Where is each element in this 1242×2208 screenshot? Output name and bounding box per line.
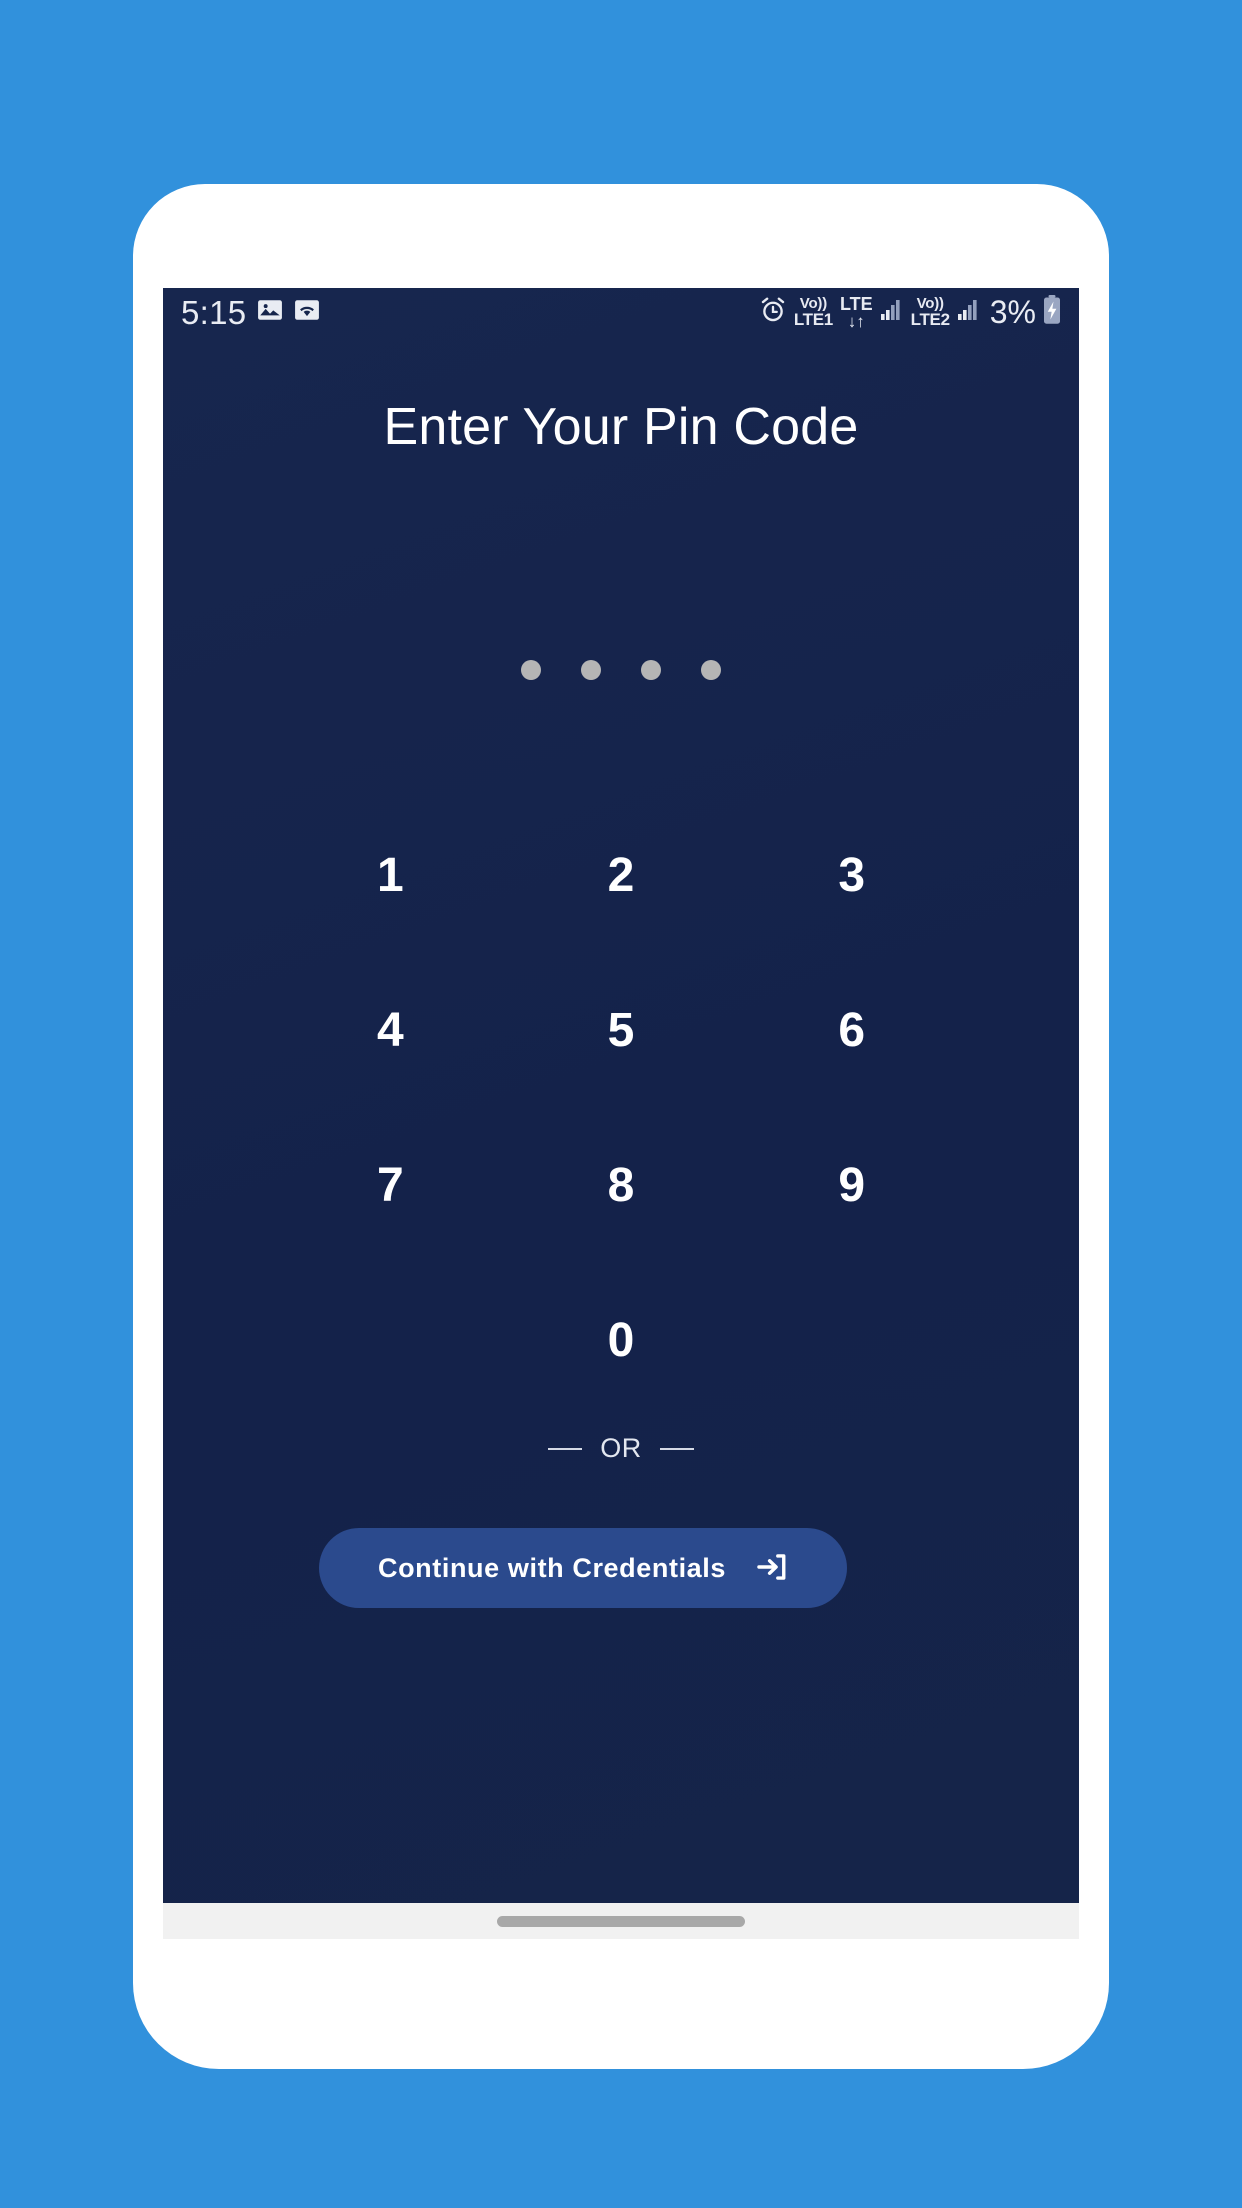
pin-dot [641, 660, 661, 680]
keypad-key-1[interactable]: 1 [275, 798, 506, 953]
alarm-icon [759, 296, 787, 329]
signal-bars-sim1-icon [880, 299, 904, 326]
battery-charging-icon [1043, 294, 1061, 330]
status-bar-clock: 5:15 [181, 293, 247, 331]
keypad-row: 1 2 3 [275, 798, 967, 953]
photo-icon [257, 297, 283, 328]
system-navigation-bar [163, 1903, 1079, 1939]
sim2-network-label: LTE2 [910, 310, 950, 329]
keypad-row: 0 [275, 1263, 967, 1418]
page-root: 5:15 Vo)) LTE1 LTE ↓↑ Vo)) LTE2 3% Enter… [0, 0, 1242, 2208]
divider-label: OR [600, 1433, 642, 1463]
pin-dots-display [163, 660, 1079, 680]
status-bar: 5:15 Vo)) LTE1 LTE ↓↑ Vo)) LTE2 3% [163, 288, 1079, 336]
sim1-volte-label: Vo)) [799, 295, 828, 312]
sim2-indicator: Vo)) LTE2 [911, 296, 950, 328]
sim2-volte-label: Vo)) [916, 295, 944, 312]
pin-dot [701, 660, 721, 680]
keypad-key-2[interactable]: 2 [506, 798, 737, 953]
keypad-key-6[interactable]: 6 [736, 953, 967, 1108]
wifi-icon [294, 297, 320, 328]
keypad-key-5[interactable]: 5 [506, 953, 737, 1108]
pin-dot [521, 660, 541, 680]
phone-screen: 5:15 Vo)) LTE1 LTE ↓↑ Vo)) LTE2 3% Enter… [163, 288, 1079, 1903]
divider-line-right [659, 1447, 694, 1450]
divider-line-left [548, 1447, 583, 1450]
keypad-key-empty-left [275, 1263, 506, 1418]
sim1-indicator: Vo)) LTE1 [794, 296, 833, 328]
continue-with-credentials-label: Continue with Credentials [377, 1552, 727, 1583]
continue-with-credentials-button[interactable]: Continue with Credentials [319, 1528, 847, 1608]
numeric-keypad: 1 2 3 4 5 6 7 8 9 0 [275, 798, 967, 1418]
keypad-key-empty-right [736, 1263, 967, 1418]
pin-dot [581, 660, 601, 680]
keypad-key-3[interactable]: 3 [736, 798, 967, 953]
battery-percentage-label: 3% [989, 294, 1036, 330]
status-bar-left: 5:15 [181, 296, 320, 329]
data-transfer-arrows-icon: ↓↑ [847, 311, 865, 331]
signal-bars-sim2-icon [957, 299, 981, 326]
keypad-key-7[interactable]: 7 [275, 1108, 506, 1263]
keypad-row: 7 8 9 [275, 1108, 967, 1263]
keypad-key-0[interactable]: 0 [506, 1263, 737, 1418]
keypad-row: 4 5 6 [275, 953, 967, 1108]
keypad-key-4[interactable]: 4 [275, 953, 506, 1108]
page-title: Enter Your Pin Code [383, 398, 859, 456]
network-activity-indicator: LTE ↓↑ [840, 295, 873, 330]
login-arrow-icon [754, 1550, 788, 1587]
sim1-network-label: LTE1 [793, 310, 833, 329]
keypad-key-9[interactable]: 9 [736, 1108, 967, 1263]
keypad-key-8[interactable]: 8 [506, 1108, 737, 1263]
status-bar-right: Vo)) LTE1 LTE ↓↑ Vo)) LTE2 3% [759, 294, 1061, 330]
home-indicator[interactable] [497, 1915, 745, 1927]
or-divider: OR [163, 1433, 1079, 1464]
network-type-label: LTE [839, 293, 873, 314]
